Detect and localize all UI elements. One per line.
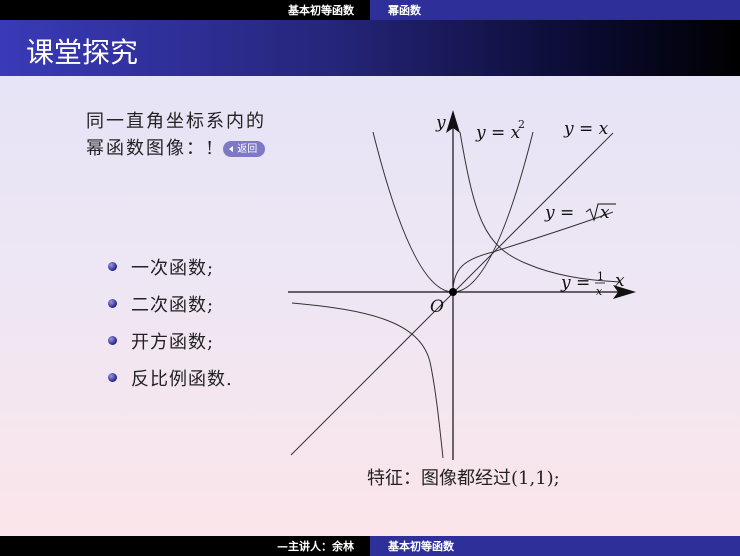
intro-line-2: 幂函数图像：! 返回 — [86, 135, 266, 162]
label-square-exponent: 2 — [518, 118, 525, 131]
label-sqrt-prefix: y = — [544, 203, 574, 223]
slide-title: 课堂探究 — [26, 36, 139, 69]
list-item-text: 反比例函数. — [131, 368, 233, 390]
x-axis-label: x — [615, 271, 625, 291]
course-label: 基本初等函数 — [370, 536, 740, 556]
list-item: 二次函数; — [108, 285, 233, 322]
bullet-icon — [108, 336, 117, 345]
intro-line-2-text: 幂函数图像：! — [86, 138, 216, 159]
section-nav-link[interactable]: 基本初等函数 — [0, 0, 370, 20]
top-nav-bar: 基本初等函数 幂函数 — [0, 0, 740, 20]
origin-point — [449, 288, 457, 296]
y-axis-label: y — [435, 113, 446, 133]
power-function-graph: y x O y = x 2 y = x y = x y = 1 x — [288, 110, 636, 460]
presenter-label: —主讲人：余林 — [0, 536, 370, 556]
list-item: 开方函数; — [108, 322, 233, 359]
label-recip-numerator: 1 — [597, 270, 604, 283]
list-item-text: 开方函数; — [131, 331, 215, 353]
origin-label: O — [430, 297, 444, 317]
label-recip-denominator: x — [596, 285, 603, 298]
slide-title-bar: 课堂探究 — [0, 20, 740, 76]
label-identity: y = x — [563, 119, 609, 139]
bullet-icon — [108, 262, 117, 271]
back-arrow-icon — [229, 146, 234, 152]
function-list: 一次函数; 二次函数; 开方函数; 反比例函数. — [108, 248, 233, 396]
back-button[interactable]: 返回 — [223, 141, 266, 157]
back-button-label: 返回 — [237, 143, 258, 155]
label-recip-prefix: y = — [560, 273, 590, 293]
list-item: 反比例函数. — [108, 359, 233, 396]
feature-text: 特征：图像都经过(1,1); — [367, 468, 560, 489]
intro-line-1: 同一直角坐标系内的 — [86, 111, 266, 132]
label-square: y = x — [475, 123, 521, 143]
footer-bar: —主讲人：余林 基本初等函数 — [0, 536, 740, 556]
bullet-icon — [108, 299, 117, 308]
intro-text: 同一直角坐标系内的 幂函数图像：! 返回 — [86, 108, 266, 162]
list-item-text: 一次函数; — [131, 257, 215, 279]
bullet-icon — [108, 373, 117, 382]
curve-reciprocal-right — [459, 131, 621, 283]
list-item-text: 二次函数; — [131, 294, 215, 316]
subsection-nav-link[interactable]: 幂函数 — [370, 0, 740, 20]
list-item: 一次函数; — [108, 248, 233, 285]
label-sqrt-arg: x — [600, 203, 610, 223]
